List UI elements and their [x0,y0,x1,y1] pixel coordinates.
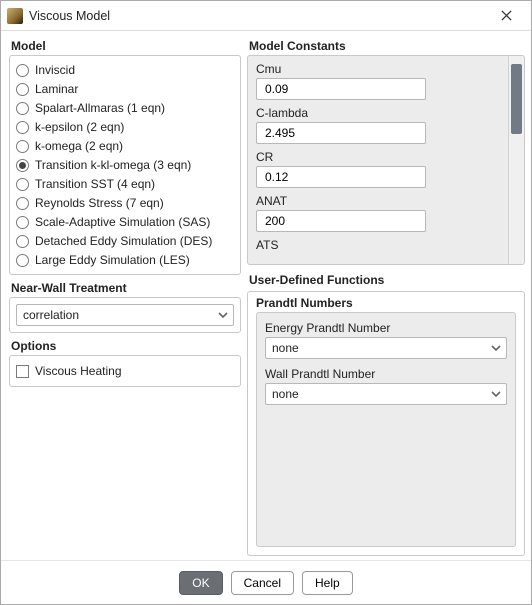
constants-section-title: Model Constants [249,39,525,53]
model-radio-label: Scale-Adaptive Simulation (SAS) [35,215,210,229]
constant-label: Cmu [256,62,502,76]
dialog-footer: OK Cancel Help [1,560,531,604]
help-button[interactable]: Help [302,571,353,595]
constants-scrollbar[interactable] [508,56,524,264]
wall-prandtl-label: Wall Prandtl Number [265,367,507,381]
ok-button[interactable]: OK [179,571,222,595]
model-panel: Inviscid Laminar Spalart-Allmaras (1 eqn) k… [9,55,241,275]
constant-label: C-lambda [256,106,502,120]
scrollbar-thumb[interactable] [511,64,522,134]
radio-icon [16,235,29,248]
left-column: Model Inviscid Laminar Spalart-Allmaras (1… [9,35,241,556]
model-radio-list: Inviscid Laminar Spalart-Allmaras (1 eqn) k… [16,62,234,268]
model-radio-item[interactable]: Large Eddy Simulation (LES) [16,252,234,268]
model-radio-item[interactable]: Transition SST (4 eqn) [16,176,234,192]
options-panel: Viscous Heating [9,355,241,387]
model-radio-item[interactable]: Transition k-kl-omega (3 eqn) [16,157,234,173]
dialog-content: Model Inviscid Laminar Spalart-Allmaras (1… [1,31,531,560]
near-wall-value: correlation [23,308,79,322]
radio-icon [16,159,29,172]
constant-label: ATS [256,238,502,252]
radio-icon [16,178,29,191]
model-radio-item[interactable]: Inviscid [16,62,234,78]
constant-input-wrap [256,78,426,100]
energy-prandtl-label: Energy Prandtl Number [265,321,507,335]
close-icon [501,10,512,21]
near-wall-dropdown[interactable]: correlation [16,304,234,326]
energy-prandtl-value: none [272,341,299,355]
wall-prandtl-dropdown[interactable]: none [265,383,507,405]
constants-panel: Cmu C-lambda CR ANAT ATS [247,55,525,265]
model-radio-item[interactable]: Reynolds Stress (7 eqn) [16,195,234,211]
wall-prandtl-value: none [272,387,299,401]
constants-scroll-area: Cmu C-lambda CR ANAT ATS [248,56,508,264]
model-radio-item[interactable]: Detached Eddy Simulation (DES) [16,233,234,249]
energy-prandtl-dropdown[interactable]: none [265,337,507,359]
model-radio-label: Inviscid [35,63,75,77]
chevron-down-icon [490,388,502,400]
right-column: Model Constants Cmu C-lambda CR ANAT ATS Use… [247,35,525,556]
constant-input-wrap [256,210,426,232]
model-radio-label: Reynolds Stress (7 eqn) [35,196,164,210]
constant-input[interactable] [263,169,419,185]
constant-label: CR [256,150,502,164]
model-radio-label: Laminar [35,82,78,96]
near-wall-panel: correlation [9,297,241,333]
radio-icon [16,254,29,267]
close-button[interactable] [489,5,523,27]
model-radio-label: Large Eddy Simulation (LES) [35,253,190,267]
model-radio-item[interactable]: k-omega (2 eqn) [16,138,234,154]
model-radio-label: Detached Eddy Simulation (DES) [35,234,212,248]
cancel-button[interactable]: Cancel [231,571,294,595]
options-section-title: Options [11,339,241,353]
radio-icon [16,102,29,115]
viscous-heating-label: Viscous Heating [35,364,122,378]
constant-input-wrap [256,122,426,144]
checkbox-icon [16,365,29,378]
model-radio-item[interactable]: Laminar [16,81,234,97]
radio-icon [16,197,29,210]
radio-icon [16,140,29,153]
constant-input-wrap [256,166,426,188]
model-radio-item[interactable]: Spalart-Allmaras (1 eqn) [16,100,234,116]
chevron-down-icon [490,342,502,354]
radio-icon [16,64,29,77]
model-radio-label: Spalart-Allmaras (1 eqn) [35,101,165,115]
radio-icon [16,121,29,134]
model-radio-label: k-omega (2 eqn) [35,139,123,153]
constant-input[interactable] [263,81,419,97]
model-section-title: Model [11,39,241,53]
window-title: Viscous Model [29,9,110,23]
model-radio-label: Transition SST (4 eqn) [35,177,155,191]
viscous-heating-checkbox[interactable]: Viscous Heating [16,362,234,380]
app-icon [7,8,23,24]
udf-panel: Prandtl Numbers Energy Prandtl Number no… [247,291,525,556]
near-wall-section-title: Near-Wall Treatment [11,281,241,295]
model-radio-label: k-epsilon (2 eqn) [35,120,124,134]
prandtl-body: Energy Prandtl Number none Wall Prandtl … [256,312,516,547]
model-radio-item[interactable]: k-epsilon (2 eqn) [16,119,234,135]
model-radio-label: Transition k-kl-omega (3 eqn) [35,158,191,172]
radio-icon [16,83,29,96]
constant-input[interactable] [263,213,419,229]
chevron-down-icon [217,309,229,321]
constant-input[interactable] [263,125,419,141]
prandtl-sub-title: Prandtl Numbers [256,296,516,310]
udf-section-title: User-Defined Functions [249,273,525,287]
constant-label: ANAT [256,194,502,208]
titlebar: Viscous Model [1,1,531,31]
model-radio-item[interactable]: Scale-Adaptive Simulation (SAS) [16,214,234,230]
radio-icon [16,216,29,229]
